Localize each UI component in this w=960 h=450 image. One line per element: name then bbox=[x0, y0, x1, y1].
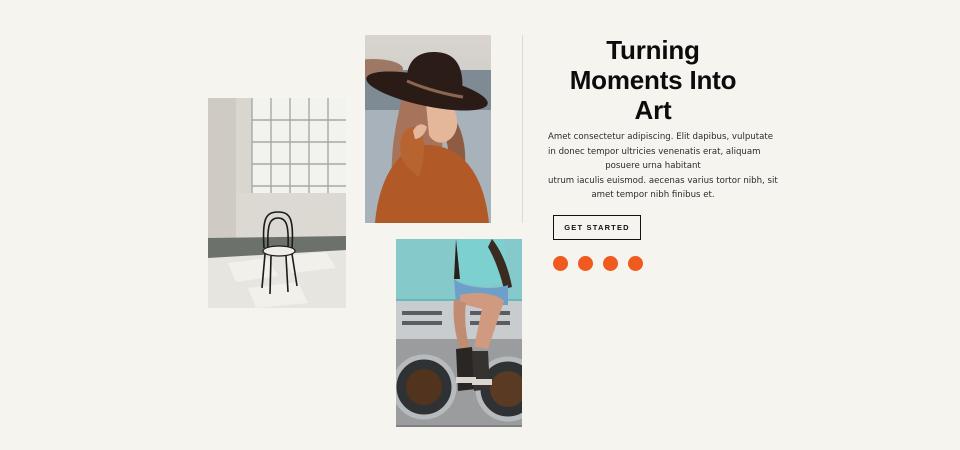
photo-chair-room bbox=[208, 98, 346, 308]
page: Turning Moments Into Art Amet consectetu… bbox=[0, 0, 960, 450]
hero-description-line: utrum iaculis euismod. aecenas varius to… bbox=[548, 175, 778, 186]
chair-room-illustration bbox=[208, 98, 346, 308]
hero-title-line: Moments Into bbox=[569, 65, 737, 95]
slider-dot-2[interactable] bbox=[578, 256, 593, 271]
slider-dots bbox=[553, 256, 643, 271]
photo-laundromat bbox=[396, 239, 522, 427]
get-started-button[interactable]: GET STARTED bbox=[553, 215, 641, 240]
hero-title: Turning Moments Into Art bbox=[548, 35, 758, 125]
laundromat-illustration bbox=[396, 239, 522, 427]
photo-woman-hat bbox=[365, 35, 491, 223]
woman-hat-illustration bbox=[365, 35, 491, 223]
slider-dot-4[interactable] bbox=[628, 256, 643, 271]
hero-description-line: in donec tempor ultricies venenatis erat… bbox=[548, 146, 761, 157]
hero-description-line: posuere urna habitant bbox=[605, 161, 701, 171]
hero-title-line: Turning bbox=[606, 35, 700, 65]
hero-description-line: amet tempor nibh finibus et. bbox=[591, 190, 715, 200]
vertical-divider bbox=[522, 35, 523, 223]
slider-dot-1[interactable] bbox=[553, 256, 568, 271]
hero-content: Turning Moments Into Art Amet consectetu… bbox=[548, 35, 778, 203]
hero-description-line: Amet consectetur adipiscing. Elit dapibu… bbox=[548, 132, 774, 142]
hero-description: Amet consectetur adipiscing. Elit dapibu… bbox=[548, 130, 778, 203]
hero-title-line: Art bbox=[634, 95, 672, 125]
slider-dot-3[interactable] bbox=[603, 256, 618, 271]
